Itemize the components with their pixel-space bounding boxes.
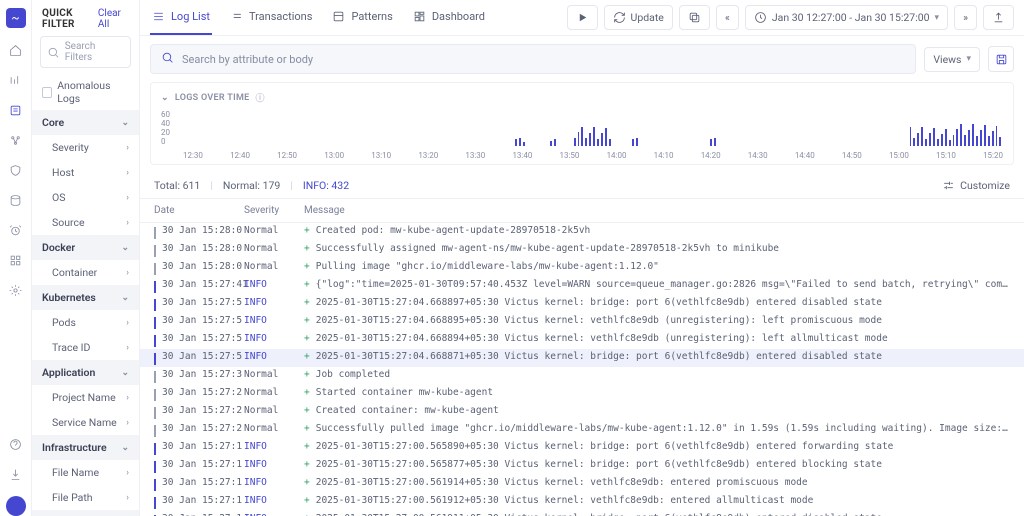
traces-icon[interactable] xyxy=(8,132,24,148)
transactions-icon xyxy=(230,10,243,23)
quick-filter-sidebar: QUICK FILTER Clear All Search Filters An… xyxy=(32,0,140,516)
filter-search[interactable]: Search Filters xyxy=(40,36,131,68)
play-icon xyxy=(576,11,589,24)
filter-group[interactable]: Core⌄ xyxy=(32,110,139,135)
tab-transactions[interactable]: Transactions xyxy=(228,0,314,35)
dashboard-icon xyxy=(413,10,426,23)
database-icon[interactable] xyxy=(8,192,24,208)
tab-log-list[interactable]: Log List xyxy=(150,0,212,35)
chart-y-axis: 6040200 xyxy=(161,110,181,146)
chart-bars xyxy=(183,110,1003,146)
tab-dashboard[interactable]: Dashboard xyxy=(411,0,487,35)
filter-group[interactable]: Others⌄ xyxy=(32,510,139,516)
forward-button[interactable]: » xyxy=(954,5,977,30)
table-row[interactable]: 30 Jan 15:27:1INFO+2025-01-30T15:27:00.5… xyxy=(140,511,1024,516)
nav-rail: ~ xyxy=(0,0,32,516)
update-button[interactable]: Update xyxy=(604,5,673,30)
views-dropdown[interactable]: Views▾ xyxy=(924,47,980,72)
filter-item[interactable]: File Path› xyxy=(32,485,139,510)
log-table-body: 30 Jan 15:28:0Normal+Created pod: mw-kub… xyxy=(140,223,1024,516)
table-row[interactable]: 30 Jan 15:27:2Normal+Started container m… xyxy=(140,385,1024,403)
time-range-picker[interactable]: Jan 30 12:27:00 - Jan 30 15:27:00▾ xyxy=(745,5,948,30)
filter-group[interactable]: Docker⌄ xyxy=(32,235,139,260)
chevron-down-icon: ▾ xyxy=(966,54,971,64)
export-button[interactable] xyxy=(983,5,1014,30)
logs-icon[interactable] xyxy=(8,102,24,118)
stats-bar: Total: 611 | Normal: 179 | INFO: 432 Cus… xyxy=(140,173,1024,199)
filter-item[interactable]: Host› xyxy=(32,160,139,185)
info-icon[interactable]: ⓘ xyxy=(256,91,265,104)
table-row[interactable]: 30 Jan 15:27:1INFO+2025-01-30T15:27:00.5… xyxy=(140,457,1024,475)
avatar[interactable] xyxy=(6,496,26,516)
copy-button[interactable] xyxy=(679,5,710,30)
logo: ~ xyxy=(6,8,26,28)
install-icon[interactable] xyxy=(8,466,24,482)
chevron-down-icon: ▾ xyxy=(935,13,940,23)
clock-icon xyxy=(754,11,767,24)
top-tabs: Log List Transactions Patterns Dashboard… xyxy=(140,0,1024,36)
table-row[interactable]: 30 Jan 15:27:2Normal+Created container: … xyxy=(140,403,1024,421)
table-row[interactable]: 30 Jan 15:28:0Normal+Created pod: mw-kub… xyxy=(140,223,1024,241)
upload-icon xyxy=(992,11,1005,24)
filter-item[interactable]: Severity› xyxy=(32,135,139,160)
save-icon xyxy=(995,53,1008,66)
chart-x-axis: 12:3012:4012:5013:0013:1013:2013:3013:40… xyxy=(183,151,1003,160)
table-row[interactable]: 30 Jan 15:27:41INFO+{"log":"time=2025-01… xyxy=(140,277,1024,295)
customize-button[interactable]: Customize xyxy=(942,179,1010,192)
alarm-icon[interactable] xyxy=(8,222,24,238)
table-row[interactable]: 30 Jan 15:27:1INFO+2025-01-30T15:27:00.5… xyxy=(140,475,1024,493)
search-icon xyxy=(161,51,174,67)
copy-icon xyxy=(688,11,701,24)
filter-item[interactable]: Service Name› xyxy=(32,410,139,435)
filter-group[interactable]: Application⌄ xyxy=(32,360,139,385)
filter-group[interactable]: Kubernetes⌄ xyxy=(32,285,139,310)
table-row[interactable]: 30 Jan 15:27:5INFO+2025-01-30T15:27:04.6… xyxy=(140,313,1024,331)
collapse-icon[interactable]: ⌄ xyxy=(161,93,169,103)
table-row[interactable]: 30 Jan 15:27:5INFO+2025-01-30T15:27:04.6… xyxy=(140,349,1024,367)
filter-item[interactable]: Container› xyxy=(32,260,139,285)
rewind-button[interactable]: « xyxy=(716,5,739,30)
filter-group[interactable]: Infrastructure⌄ xyxy=(32,435,139,460)
gear-icon[interactable] xyxy=(8,282,24,298)
table-row[interactable]: 30 Jan 15:27:2Normal+Successfully pulled… xyxy=(140,421,1024,439)
filter-item[interactable]: OS› xyxy=(32,185,139,210)
table-row[interactable]: 30 Jan 15:28:0Normal+Successfully assign… xyxy=(140,241,1024,259)
sliders-icon xyxy=(942,179,955,192)
home-icon[interactable] xyxy=(8,42,24,58)
table-row[interactable]: 30 Jan 15:28:0Normal+Pulling image "ghcr… xyxy=(140,259,1024,277)
log-table-header: Date Severity Message xyxy=(140,199,1024,223)
checkbox-icon xyxy=(42,87,52,98)
tab-patterns[interactable]: Patterns xyxy=(330,0,394,35)
filter-item[interactable]: Project Name› xyxy=(32,385,139,410)
table-row[interactable]: 30 Jan 15:27:3Normal+Job completed xyxy=(140,367,1024,385)
filter-item[interactable]: Source› xyxy=(32,210,139,235)
quick-filter-title: QUICK FILTER xyxy=(42,8,98,30)
save-view-button[interactable] xyxy=(988,46,1014,72)
metrics-icon[interactable] xyxy=(8,72,24,88)
grid-icon[interactable] xyxy=(8,252,24,268)
search-icon xyxy=(47,46,60,59)
table-row[interactable]: 30 Jan 15:27:5INFO+2025-01-30T15:27:04.6… xyxy=(140,295,1024,313)
filter-item[interactable]: Pods› xyxy=(32,310,139,335)
filter-item[interactable]: Trace ID› xyxy=(32,335,139,360)
table-row[interactable]: 30 Jan 15:27:1INFO+2025-01-30T15:27:00.5… xyxy=(140,493,1024,511)
filter-item[interactable]: File Name› xyxy=(32,460,139,485)
anomalous-logs-toggle[interactable]: Anomalous Logs xyxy=(32,74,139,110)
log-search-input[interactable]: Search by attribute or body xyxy=(150,44,916,74)
play-button[interactable] xyxy=(567,5,598,30)
refresh-icon xyxy=(613,11,626,24)
shield-icon[interactable] xyxy=(8,162,24,178)
clear-all-link[interactable]: Clear All xyxy=(98,8,129,30)
table-row[interactable]: 30 Jan 15:27:1INFO+2025-01-30T15:27:00.5… xyxy=(140,439,1024,457)
logs-over-time-chart: ⌄LOGS OVER TIMEⓘ 6040200 12:3012:4012:50… xyxy=(150,82,1014,165)
table-row[interactable]: 30 Jan 15:27:5INFO+2025-01-30T15:27:04.6… xyxy=(140,331,1024,349)
help-icon[interactable] xyxy=(8,436,24,452)
patterns-icon xyxy=(332,10,345,23)
list-icon xyxy=(152,10,165,23)
